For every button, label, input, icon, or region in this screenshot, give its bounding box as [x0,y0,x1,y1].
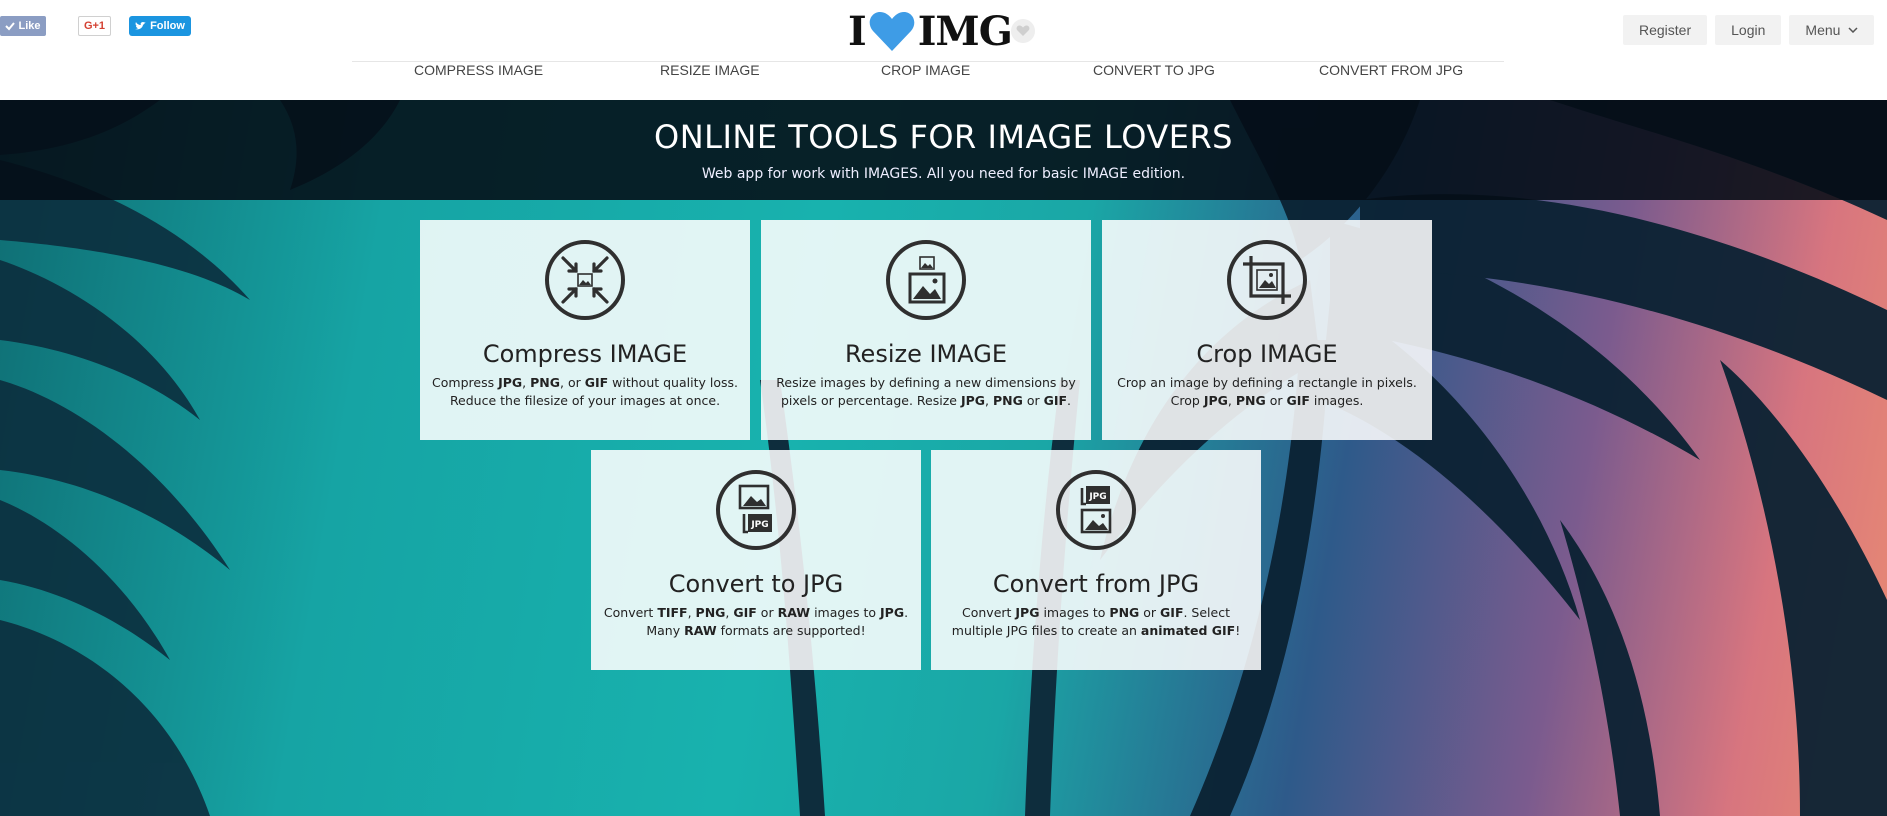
card-title: Convert from JPG [992,570,1200,598]
jpg-badge-text: JPG [750,520,768,530]
nav-item-resize-image[interactable]: RESIZE IMAGE [660,62,760,98]
follow-label: Follow [150,20,185,32]
logo-left-text: I [848,7,867,55]
heart-icon [869,12,915,51]
main-nav: COMPRESS IMAGE RESIZE IMAGE CROP IMAGE C… [352,62,1504,98]
twitter-follow-button[interactable]: Follow [129,16,191,36]
jpg-badge-text: JPG [1088,492,1106,502]
card-title: Crop IMAGE [1196,340,1338,368]
check-icon [5,22,16,31]
nav-item-convert-from-jpg[interactable]: CONVERT FROM JPG [1319,62,1463,98]
card-description: Crop an image by defining a rectangle in… [1117,375,1417,408]
crop-icon [1227,240,1307,320]
login-button[interactable]: Login [1715,15,1782,45]
like-label: Like [18,20,41,32]
nav-item-convert-to-jpg[interactable]: CONVERT TO JPG [1093,62,1215,98]
nav-item-compress-image[interactable]: COMPRESS IMAGE [414,62,543,98]
convert-to-jpg-icon: JPG [716,470,796,550]
menu-button[interactable]: Menu [1789,15,1875,45]
google-plus-button[interactable]: G+1 [78,16,111,36]
tool-card-compress[interactable]: Compress IMAGE Compress JPG, PNG, or GIF… [420,220,750,440]
facebook-like-button[interactable]: Like [0,16,46,36]
convert-from-jpg-icon: JPG [1056,470,1136,550]
site-logo[interactable]: I IMG [848,7,1013,55]
chevron-down-icon [1848,27,1858,33]
hero-subtitle: Web app for work with IMAGES. All you ne… [701,166,1186,182]
nav-item-crop-image[interactable]: CROP IMAGE [881,62,970,98]
tool-card-convert-from-jpg[interactable]: JPG Convert from JPG Convert JPG images … [931,450,1261,670]
gplus-label: G+1 [83,20,106,32]
resize-icon [886,240,966,320]
tool-card-convert-to-jpg[interactable]: JPG Convert to JPG Convert TIFF, PNG, GI… [591,450,921,670]
card-description: Convert TIFF, PNG, GIF or RAW images to … [603,605,909,638]
card-title: Resize IMAGE [844,340,1008,368]
login-label: Login [1731,22,1766,38]
tool-card-resize[interactable]: Resize IMAGE Resize images by defining a… [761,220,1091,440]
register-label: Register [1639,22,1692,38]
account-actions: Register Login Menu [1623,15,1875,45]
twitter-bird-icon [135,22,147,30]
menu-label: Menu [1805,22,1841,38]
site-header: Like G+1 Follow I IMG Register Login Men… [0,0,1887,100]
card-description: Resize images by defining a new dimensio… [776,375,1076,408]
small-heart-icon [1016,25,1030,36]
hero-section: ONLINE TOOLS FOR IMAGE LOVERS Web app fo… [0,100,1887,816]
logo-right-text: IMG [917,7,1013,55]
card-description: Convert JPG images to PNG or GIF. Select… [951,605,1241,638]
logo-badge [1011,19,1035,43]
card-title: Convert to JPG [668,570,844,598]
card-title: Compress IMAGE [482,340,688,368]
tool-card-crop[interactable]: Crop IMAGE Crop an image by defining a r… [1102,220,1432,440]
register-button[interactable]: Register [1623,15,1708,45]
hero-title: ONLINE TOOLS FOR IMAGE LOVERS [654,118,1233,156]
card-description: Compress JPG, PNG, or GIF without qualit… [432,375,738,408]
compress-icon [545,240,625,320]
